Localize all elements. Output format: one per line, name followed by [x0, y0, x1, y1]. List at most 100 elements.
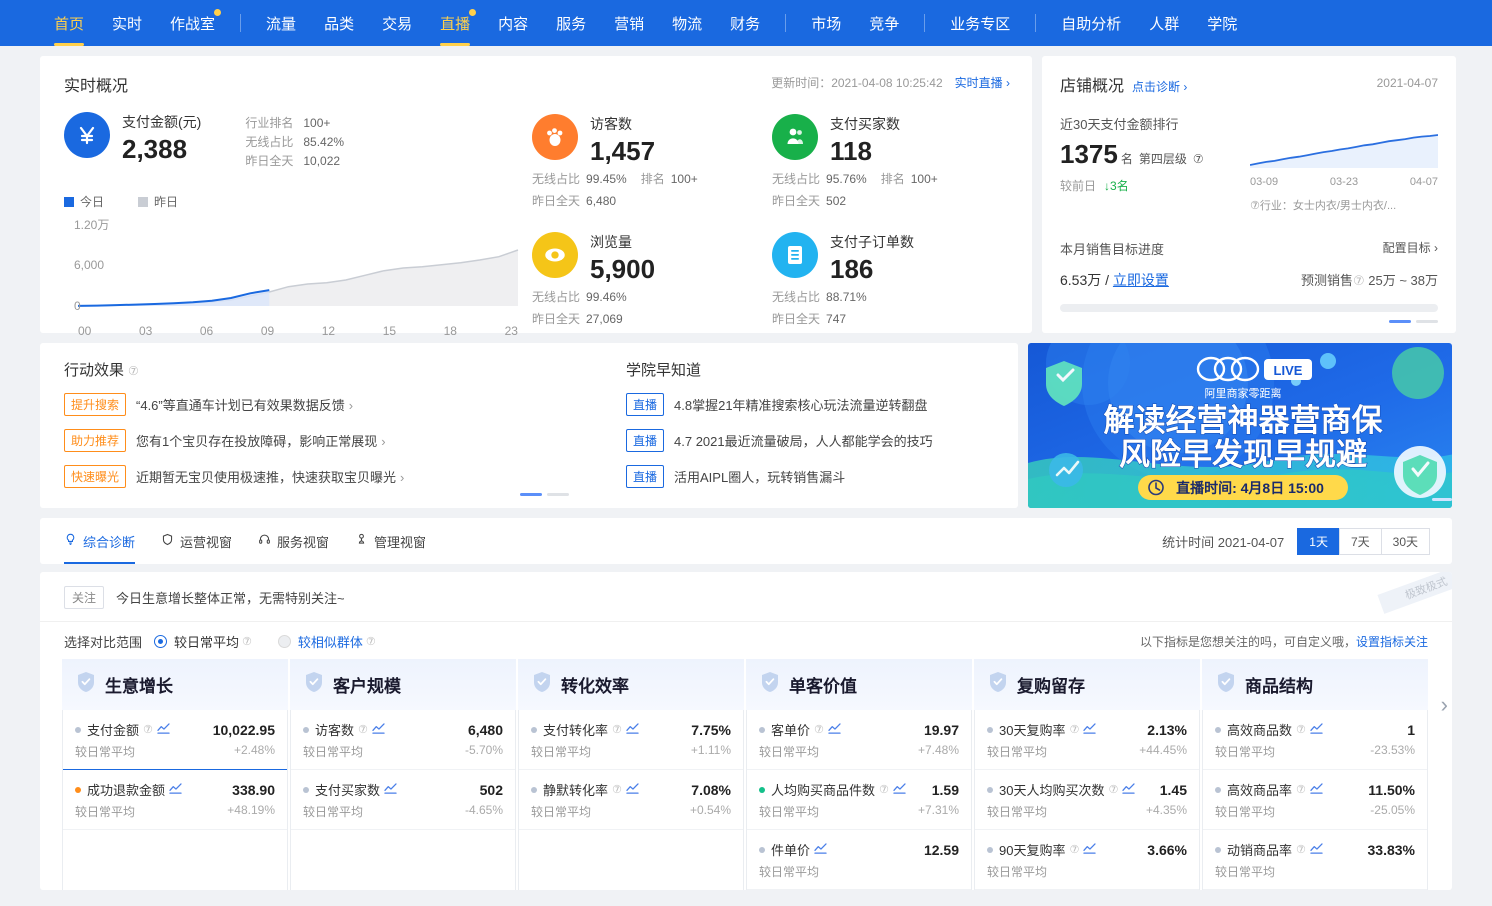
nav-item-营销[interactable]: 营销 [600, 0, 658, 46]
metric-row[interactable]: 人均购买商品件数⑦1.59较日常平均+7.31% [747, 770, 971, 830]
nav-item-业务专区[interactable]: 业务专区 [936, 0, 1024, 46]
help-icon[interactable]: ⑦ [879, 783, 889, 796]
trend-chart-icon[interactable] [1310, 843, 1323, 857]
help-icon[interactable]: ⑦ [242, 635, 252, 648]
set-metric-focus-link[interactable]: 设置指标关注 [1356, 635, 1428, 649]
metric-row[interactable]: 客单价⑦19.97较日常平均+7.48% [747, 710, 971, 770]
next-page-arrow[interactable]: › [1441, 692, 1448, 718]
tab-管理视窗[interactable]: 管理视窗 [355, 518, 426, 564]
help-icon[interactable]: ⑦ [366, 635, 376, 648]
range-selector[interactable]: 1天7天30天 [1298, 528, 1430, 555]
carousel-dot[interactable] [1416, 320, 1438, 323]
metric-row[interactable]: 90天复购率⑦3.66%较日常平均 [975, 830, 1199, 890]
trend-chart-icon[interactable] [169, 783, 182, 797]
visitors-icon [532, 114, 578, 160]
nav-item-服务[interactable]: 服务 [542, 0, 600, 46]
range-option-1天[interactable]: 1天 [1297, 528, 1340, 555]
help-icon[interactable]: ⑦ [612, 783, 622, 796]
action-item[interactable]: 快速曝光近期暂无宝贝使用极速推，快速获取宝贝曝光› [64, 465, 604, 488]
nav-item-物流[interactable]: 物流 [658, 0, 716, 46]
nav-item-品类[interactable]: 品类 [310, 0, 368, 46]
nav-item-作战室[interactable]: 作战室 [156, 0, 229, 46]
help-icon[interactable]: ⑦ [1296, 843, 1306, 856]
forecast-help-icon[interactable]: ⑦ [1353, 273, 1365, 288]
set-goal-link[interactable]: 立即设置 [1113, 272, 1169, 288]
tab-服务视窗[interactable]: 服务视窗 [258, 518, 329, 564]
help-icon[interactable]: ⑦ [1296, 723, 1306, 736]
trend-chart-icon[interactable] [828, 723, 841, 737]
trend-chart-icon[interactable] [893, 783, 906, 797]
metric-row[interactable]: 件单价12.59较日常平均 [747, 830, 971, 890]
nav-item-学院[interactable]: 学院 [1193, 0, 1251, 46]
help-icon[interactable]: ⑦ [1069, 723, 1079, 736]
legend-swatch-today [64, 197, 74, 207]
academy-item[interactable]: 直播活用AIPL圈人，玩转销售漏斗 [626, 465, 998, 488]
radio-daily-average[interactable]: 较日常平均 ⑦ [154, 632, 252, 651]
metric-row[interactable]: 访客数⑦6,480较日常平均-5.70% [291, 710, 515, 770]
action-item[interactable]: 助力推荐您有1个宝贝存在投放障碍，影响正常展现› [64, 429, 604, 452]
academy-item[interactable]: 直播4.8掌握21年精准搜索核心玩法流量逆转翻盘 [626, 393, 998, 416]
nav-item-交易[interactable]: 交易 [368, 0, 426, 46]
trend-chart-icon[interactable] [626, 783, 639, 797]
nav-item-实时[interactable]: 实时 [98, 0, 156, 46]
nav-item-流量[interactable]: 流量 [252, 0, 310, 46]
nav-item-竞争[interactable]: 竞争 [855, 0, 913, 46]
nav-item-财务[interactable]: 财务 [716, 0, 774, 46]
carousel-dot-active[interactable] [1389, 320, 1411, 323]
metric-card-header: 客户规模 [290, 659, 516, 710]
metric-row[interactable]: 支付金额⑦10,022.95较日常平均+2.48% [62, 710, 288, 770]
help-icon[interactable]: ⑦ [1108, 783, 1118, 796]
nav-item-内容[interactable]: 内容 [484, 0, 542, 46]
legend-today[interactable]: 今日 [64, 193, 104, 210]
trend-chart-icon[interactable] [1310, 723, 1323, 737]
live-link[interactable]: 实时直播 › [955, 76, 1010, 90]
range-option-30天[interactable]: 30天 [1381, 528, 1430, 555]
nav-item-市场[interactable]: 市场 [797, 0, 855, 46]
metric-row[interactable]: 成功退款金额338.90较日常平均+48.19% [63, 770, 287, 830]
carousel-dots[interactable] [1389, 320, 1438, 323]
tab-运营视窗[interactable]: 运营视窗 [161, 518, 232, 564]
diagnose-link[interactable]: 点击诊断 › [1132, 78, 1187, 95]
metric-row[interactable]: 30天复购率⑦2.13%较日常平均+44.45% [975, 710, 1199, 770]
radio-similar-group[interactable]: 较相似群体 ⑦ [278, 632, 376, 651]
academy-item[interactable]: 直播4.7 2021最近流量破局，人人都能学会的技巧 [626, 429, 998, 452]
metric-row[interactable]: 动销商品率⑦33.83%较日常平均 [1203, 830, 1427, 890]
promo-banner[interactable]: LIVE 阿里商家零距离 解读经营神器营商保 风险早发现早规避 直播时间: 4月… [1028, 343, 1452, 508]
metric-row[interactable]: 支付转化率⑦7.75%较日常平均+1.11% [519, 710, 743, 770]
help-icon[interactable]: ⑦ [143, 723, 153, 736]
action-item[interactable]: 提升搜索“4.6”等直通车计划已有效果数据反馈› [64, 393, 604, 416]
help-icon[interactable]: ⑦ [814, 723, 824, 736]
help-icon[interactable]: ⑦ [1296, 783, 1306, 796]
tab-综合诊断[interactable]: 综合诊断 [64, 518, 135, 564]
action-dot-active[interactable] [520, 493, 542, 496]
trend-chart-icon[interactable] [372, 723, 385, 737]
nav-item-自助分析[interactable]: 自助分析 [1047, 0, 1135, 46]
action-carousel-dots[interactable] [520, 493, 569, 496]
metric-row[interactable]: 高效商品率⑦11.50%较日常平均-25.05% [1203, 770, 1427, 830]
trend-chart-icon[interactable] [1122, 783, 1135, 797]
metric-name: 成功退款金额 [87, 780, 165, 799]
trend-chart-icon[interactable] [157, 723, 170, 737]
trend-chart-icon[interactable] [1083, 843, 1096, 857]
help-icon[interactable]: ⑦ [612, 723, 622, 736]
help-icon[interactable]: ⑦ [358, 723, 368, 736]
nav-item-人群[interactable]: 人群 [1135, 0, 1193, 46]
configure-goal-link[interactable]: 配置目标 › [1383, 239, 1438, 256]
legend-yesterday[interactable]: 昨日 [138, 193, 178, 210]
metric-row[interactable]: 30天人均购买次数⑦1.45较日常平均+4.35% [975, 770, 1199, 830]
range-option-7天[interactable]: 7天 [1339, 528, 1382, 555]
trend-chart-icon[interactable] [626, 723, 639, 737]
nav-item-首页[interactable]: 首页 [40, 0, 98, 46]
action-help-icon[interactable]: ⑦ [128, 364, 139, 378]
trend-chart-icon[interactable] [384, 783, 397, 797]
trend-chart-icon[interactable] [1310, 783, 1323, 797]
metric-row[interactable]: 支付买家数502较日常平均-4.65% [291, 770, 515, 830]
nav-item-直播[interactable]: 直播 [426, 0, 484, 46]
tier-help-icon[interactable]: ⑦ [1193, 152, 1204, 166]
metric-row[interactable]: 高效商品数⑦1较日常平均-23.53% [1203, 710, 1427, 770]
help-icon[interactable]: ⑦ [1069, 843, 1079, 856]
trend-chart-icon[interactable] [1083, 723, 1096, 737]
action-dot[interactable] [547, 493, 569, 496]
metric-row[interactable]: 静默转化率⑦7.08%较日常平均+0.54% [519, 770, 743, 830]
trend-chart-icon[interactable] [814, 843, 827, 857]
